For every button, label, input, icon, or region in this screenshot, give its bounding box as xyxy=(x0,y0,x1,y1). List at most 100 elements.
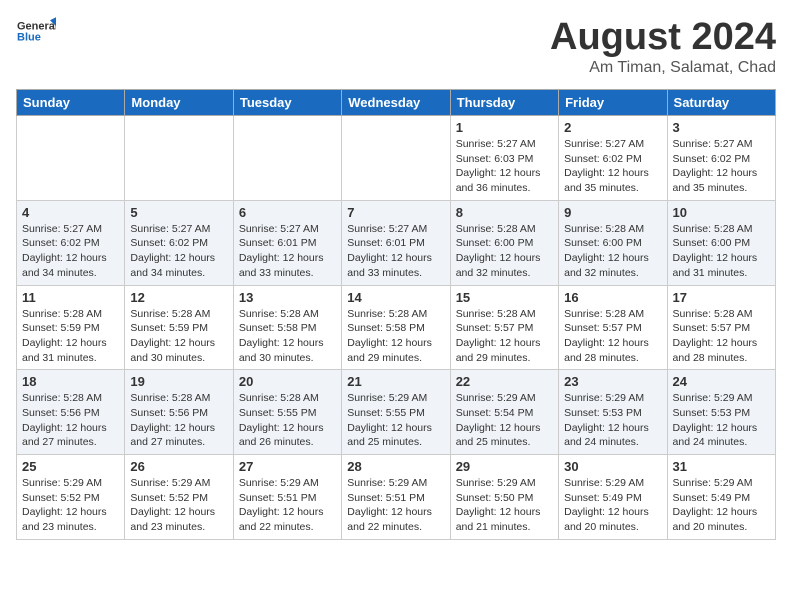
day-info: Sunrise: 5:29 AM Sunset: 5:53 PM Dayligh… xyxy=(673,391,770,450)
day-number: 9 xyxy=(564,205,661,220)
day-info: Sunrise: 5:29 AM Sunset: 5:49 PM Dayligh… xyxy=(673,476,770,535)
calendar-cell: 17 Sunrise: 5:28 AM Sunset: 5:57 PM Dayli… xyxy=(667,285,775,370)
calendar-cell: 16 Sunrise: 5:28 AM Sunset: 5:57 PM Dayli… xyxy=(559,285,667,370)
day-header-monday: Monday xyxy=(125,90,233,116)
day-info: Sunrise: 5:28 AM Sunset: 5:59 PM Dayligh… xyxy=(130,307,227,366)
calendar-week-row: 18 Sunrise: 5:28 AM Sunset: 5:56 PM Dayli… xyxy=(17,370,776,455)
calendar-cell: 24 Sunrise: 5:29 AM Sunset: 5:53 PM Dayli… xyxy=(667,370,775,455)
day-info: Sunrise: 5:27 AM Sunset: 6:02 PM Dayligh… xyxy=(22,222,119,281)
day-info: Sunrise: 5:29 AM Sunset: 5:52 PM Dayligh… xyxy=(22,476,119,535)
day-number: 2 xyxy=(564,120,661,135)
day-header-sunday: Sunday xyxy=(17,90,125,116)
calendar-cell: 9 Sunrise: 5:28 AM Sunset: 6:00 PM Daylig… xyxy=(559,200,667,285)
logo: General Blue xyxy=(16,16,56,44)
day-number: 24 xyxy=(673,374,770,389)
day-number: 28 xyxy=(347,459,444,474)
calendar-cell: 4 Sunrise: 5:27 AM Sunset: 6:02 PM Daylig… xyxy=(17,200,125,285)
calendar-cell: 18 Sunrise: 5:28 AM Sunset: 5:56 PM Dayli… xyxy=(17,370,125,455)
day-info: Sunrise: 5:28 AM Sunset: 6:00 PM Dayligh… xyxy=(564,222,661,281)
calendar-cell xyxy=(125,116,233,201)
calendar-cell: 19 Sunrise: 5:28 AM Sunset: 5:56 PM Dayli… xyxy=(125,370,233,455)
day-header-friday: Friday xyxy=(559,90,667,116)
calendar-cell xyxy=(233,116,341,201)
calendar-week-row: 11 Sunrise: 5:28 AM Sunset: 5:59 PM Dayli… xyxy=(17,285,776,370)
day-info: Sunrise: 5:29 AM Sunset: 5:49 PM Dayligh… xyxy=(564,476,661,535)
day-info: Sunrise: 5:28 AM Sunset: 5:57 PM Dayligh… xyxy=(456,307,553,366)
day-info: Sunrise: 5:28 AM Sunset: 6:00 PM Dayligh… xyxy=(673,222,770,281)
calendar-cell: 7 Sunrise: 5:27 AM Sunset: 6:01 PM Daylig… xyxy=(342,200,450,285)
svg-text:General: General xyxy=(17,20,56,32)
day-number: 20 xyxy=(239,374,336,389)
day-header-wednesday: Wednesday xyxy=(342,90,450,116)
day-number: 1 xyxy=(456,120,553,135)
day-number: 6 xyxy=(239,205,336,220)
calendar-cell: 20 Sunrise: 5:28 AM Sunset: 5:55 PM Dayli… xyxy=(233,370,341,455)
day-header-saturday: Saturday xyxy=(667,90,775,116)
day-info: Sunrise: 5:27 AM Sunset: 6:01 PM Dayligh… xyxy=(239,222,336,281)
day-number: 19 xyxy=(130,374,227,389)
day-info: Sunrise: 5:28 AM Sunset: 5:56 PM Dayligh… xyxy=(22,391,119,450)
calendar-cell: 11 Sunrise: 5:28 AM Sunset: 5:59 PM Dayli… xyxy=(17,285,125,370)
calendar-cell: 31 Sunrise: 5:29 AM Sunset: 5:49 PM Dayli… xyxy=(667,455,775,540)
day-number: 29 xyxy=(456,459,553,474)
day-info: Sunrise: 5:29 AM Sunset: 5:50 PM Dayligh… xyxy=(456,476,553,535)
day-info: Sunrise: 5:27 AM Sunset: 6:02 PM Dayligh… xyxy=(130,222,227,281)
day-number: 30 xyxy=(564,459,661,474)
day-number: 31 xyxy=(673,459,770,474)
day-info: Sunrise: 5:28 AM Sunset: 5:56 PM Dayligh… xyxy=(130,391,227,450)
day-number: 25 xyxy=(22,459,119,474)
day-number: 21 xyxy=(347,374,444,389)
calendar-cell: 25 Sunrise: 5:29 AM Sunset: 5:52 PM Dayli… xyxy=(17,455,125,540)
day-info: Sunrise: 5:27 AM Sunset: 6:03 PM Dayligh… xyxy=(456,137,553,196)
calendar-cell: 21Sunrise: 5:29 AM Sunset: 5:55 PM Dayli… xyxy=(342,370,450,455)
day-number: 13 xyxy=(239,290,336,305)
day-number: 22 xyxy=(456,374,553,389)
day-info: Sunrise: 5:28 AM Sunset: 5:59 PM Dayligh… xyxy=(22,307,119,366)
day-number: 11 xyxy=(22,290,119,305)
svg-text:Blue: Blue xyxy=(17,31,41,43)
calendar-cell: 28 Sunrise: 5:29 AM Sunset: 5:51 PM Dayli… xyxy=(342,455,450,540)
day-info: Sunrise: 5:29 AM Sunset: 5:51 PM Dayligh… xyxy=(239,476,336,535)
day-number: 27 xyxy=(239,459,336,474)
day-number: 5 xyxy=(130,205,227,220)
day-number: 3 xyxy=(673,120,770,135)
calendar-cell: 26 Sunrise: 5:29 AM Sunset: 5:52 PM Dayli… xyxy=(125,455,233,540)
day-info: Sunrise: 5:27 AM Sunset: 6:02 PM Dayligh… xyxy=(673,137,770,196)
calendar-cell: 12 Sunrise: 5:28 AM Sunset: 5:59 PM Dayli… xyxy=(125,285,233,370)
day-header-thursday: Thursday xyxy=(450,90,558,116)
calendar-cell: 13Sunrise: 5:28 AM Sunset: 5:58 PM Dayli… xyxy=(233,285,341,370)
day-number: 26 xyxy=(130,459,227,474)
day-number: 12 xyxy=(130,290,227,305)
day-info: Sunrise: 5:29 AM Sunset: 5:52 PM Dayligh… xyxy=(130,476,227,535)
calendar-week-row: 4 Sunrise: 5:27 AM Sunset: 6:02 PM Daylig… xyxy=(17,200,776,285)
calendar-cell: 10Sunrise: 5:28 AM Sunset: 6:00 PM Dayli… xyxy=(667,200,775,285)
day-number: 7 xyxy=(347,205,444,220)
calendar-header-row: SundayMondayTuesdayWednesdayThursdayFrid… xyxy=(17,90,776,116)
day-info: Sunrise: 5:28 AM Sunset: 5:55 PM Dayligh… xyxy=(239,391,336,450)
calendar-cell: 29 Sunrise: 5:29 AM Sunset: 5:50 PM Dayli… xyxy=(450,455,558,540)
day-info: Sunrise: 5:27 AM Sunset: 6:02 PM Dayligh… xyxy=(564,137,661,196)
calendar-week-row: 1 Sunrise: 5:27 AM Sunset: 6:03 PM Daylig… xyxy=(17,116,776,201)
calendar-cell xyxy=(17,116,125,201)
day-number: 16 xyxy=(564,290,661,305)
calendar-cell: 14Sunrise: 5:28 AM Sunset: 5:58 PM Dayli… xyxy=(342,285,450,370)
day-info: Sunrise: 5:27 AM Sunset: 6:01 PM Dayligh… xyxy=(347,222,444,281)
calendar: SundayMondayTuesdayWednesdayThursdayFrid… xyxy=(16,89,776,540)
day-info: Sunrise: 5:29 AM Sunset: 5:51 PM Dayligh… xyxy=(347,476,444,535)
day-number: 17 xyxy=(673,290,770,305)
month-title: August 2024 xyxy=(550,16,776,59)
day-info: Sunrise: 5:28 AM Sunset: 6:00 PM Dayligh… xyxy=(456,222,553,281)
day-number: 23 xyxy=(564,374,661,389)
day-number: 4 xyxy=(22,205,119,220)
location-title: Am Timan, Salamat, Chad xyxy=(550,59,776,77)
day-number: 8 xyxy=(456,205,553,220)
calendar-cell: 5 Sunrise: 5:27 AM Sunset: 6:02 PM Daylig… xyxy=(125,200,233,285)
day-info: Sunrise: 5:28 AM Sunset: 5:58 PM Dayligh… xyxy=(347,307,444,366)
day-info: Sunrise: 5:28 AM Sunset: 5:57 PM Dayligh… xyxy=(564,307,661,366)
logo-icon: General Blue xyxy=(16,16,56,44)
day-info: Sunrise: 5:28 AM Sunset: 5:57 PM Dayligh… xyxy=(673,307,770,366)
calendar-cell: 23Sunrise: 5:29 AM Sunset: 5:53 PM Dayli… xyxy=(559,370,667,455)
calendar-cell: 15Sunrise: 5:28 AM Sunset: 5:57 PM Dayli… xyxy=(450,285,558,370)
day-number: 18 xyxy=(22,374,119,389)
day-info: Sunrise: 5:29 AM Sunset: 5:54 PM Dayligh… xyxy=(456,391,553,450)
